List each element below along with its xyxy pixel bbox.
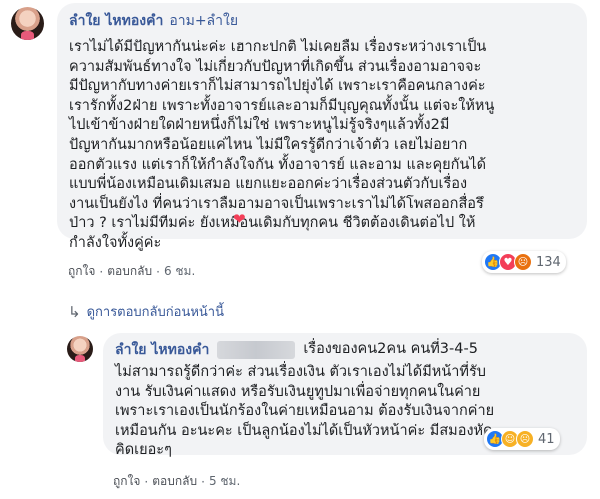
comment-author[interactable]: ลำใย ไหทองคำ (69, 10, 163, 32)
separator-dot: · (156, 264, 160, 279)
comment-actions: ถูกใจ · ตอบกลับ · 6 ชม. (68, 262, 195, 281)
tagged-names[interactable]: อาม+ลำใย (169, 10, 238, 32)
reply-link[interactable]: ตอบกลับ (107, 262, 152, 281)
redacted-mention (217, 341, 296, 359)
separator-dot: · (201, 474, 205, 489)
angry-reaction-icon: ☹ (514, 253, 532, 271)
reply-actions: ถูกใจ · ตอบกลับ · 5 ชม. (113, 472, 240, 491)
sad-reaction-icon: ☹ (516, 430, 534, 448)
reply-link[interactable]: ตอบกลับ (152, 472, 197, 491)
timestamp[interactable]: 5 ชม. (209, 472, 240, 491)
reaction-summary[interactable]: 👍 ♥ ☹ 134 (482, 251, 566, 273)
comment-bubble: ลำใย ไหทองคำ อาม+ลำใย เราไม่ได้มีปัญหากั… (57, 3, 587, 251)
like-link[interactable]: ถูกใจ (68, 262, 95, 281)
view-previous-replies[interactable]: ↳ ดูการตอบกลับก่อนหน้านี้ (68, 301, 224, 322)
reply-arrow-icon: ↳ (68, 302, 81, 321)
reply-text-first-line: เรื่องของคน2คน คนที่3-4-5 (303, 341, 478, 358)
view-previous-replies-label: ดูการตอบกลับก่อนหน้านี้ (86, 305, 224, 320)
reaction-count: 134 (536, 254, 561, 270)
heart-icon: ❤ (233, 210, 246, 228)
timestamp[interactable]: 6 ชม. (164, 262, 195, 281)
avatar[interactable] (67, 336, 93, 362)
avatar[interactable] (11, 7, 44, 40)
reaction-count: 41 (538, 431, 555, 447)
comment-text: เราไม่ได้มีปัญหากันน่ะค่ะ เฮากะปกติ ไม่เ… (69, 39, 495, 251)
separator-dot: · (99, 264, 104, 279)
reaction-summary[interactable]: 👍 ☺ ☹ 41 (484, 428, 560, 450)
like-link[interactable]: ถูกใจ (113, 472, 140, 491)
separator-dot: · (144, 474, 149, 489)
comment-author[interactable]: ลำใย ไหทองคำ (115, 339, 209, 361)
